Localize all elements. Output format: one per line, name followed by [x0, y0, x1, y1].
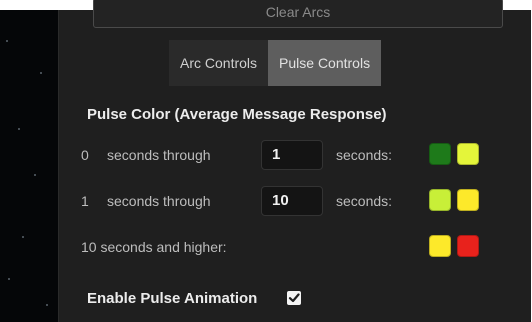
- range-label: 10 seconds and higher:: [81, 239, 227, 255]
- range-end-input[interactable]: 1: [261, 140, 323, 170]
- range-suffix-label: seconds:: [336, 193, 393, 209]
- range-start-label: 1: [81, 193, 89, 209]
- pulse-color-row-1: 0 seconds through 1 seconds:: [81, 140, 521, 170]
- tab-pulse-controls[interactable]: Pulse Controls: [268, 40, 382, 86]
- star: [34, 174, 36, 176]
- star: [22, 236, 24, 238]
- enable-pulse-animation-checkbox[interactable]: [287, 291, 301, 305]
- star: [46, 304, 48, 306]
- star: [8, 278, 10, 280]
- range-through-label: seconds through: [107, 147, 211, 163]
- enable-pulse-animation-label: Enable Pulse Animation: [87, 290, 258, 307]
- star: [40, 72, 42, 74]
- star: [6, 40, 8, 42]
- color-swatch-yellow[interactable]: [429, 235, 451, 257]
- pulse-color-row-3: 10 seconds and higher:: [81, 232, 521, 262]
- range-end-input[interactable]: 10: [261, 186, 323, 216]
- color-swatch-yellow-green[interactable]: [457, 143, 479, 165]
- checkmark-icon: [288, 293, 300, 303]
- pulse-color-row-2: 1 seconds through 10 seconds:: [81, 186, 521, 216]
- range-start-label: 0: [81, 147, 89, 163]
- enable-pulse-animation-row: Enable Pulse Animation: [87, 290, 301, 314]
- color-swatch-red[interactable]: [457, 235, 479, 257]
- tab-arc-controls[interactable]: Arc Controls: [169, 40, 269, 86]
- color-swatch-lime[interactable]: [429, 189, 451, 211]
- control-tabs: Arc Controls Pulse Controls: [169, 40, 382, 86]
- starfield-background: [0, 10, 58, 322]
- range-through-label: seconds through: [107, 193, 211, 209]
- clear-arcs-button[interactable]: Clear Arcs: [93, 0, 503, 28]
- color-swatch-yellow[interactable]: [457, 189, 479, 211]
- star: [18, 128, 20, 130]
- pulse-color-heading: Pulse Color (Average Message Response): [87, 106, 387, 123]
- color-swatch-green[interactable]: [429, 143, 451, 165]
- range-suffix-label: seconds:: [336, 147, 393, 163]
- pulse-settings-panel: Clear Arcs Arc Controls Pulse Controls P…: [58, 0, 531, 322]
